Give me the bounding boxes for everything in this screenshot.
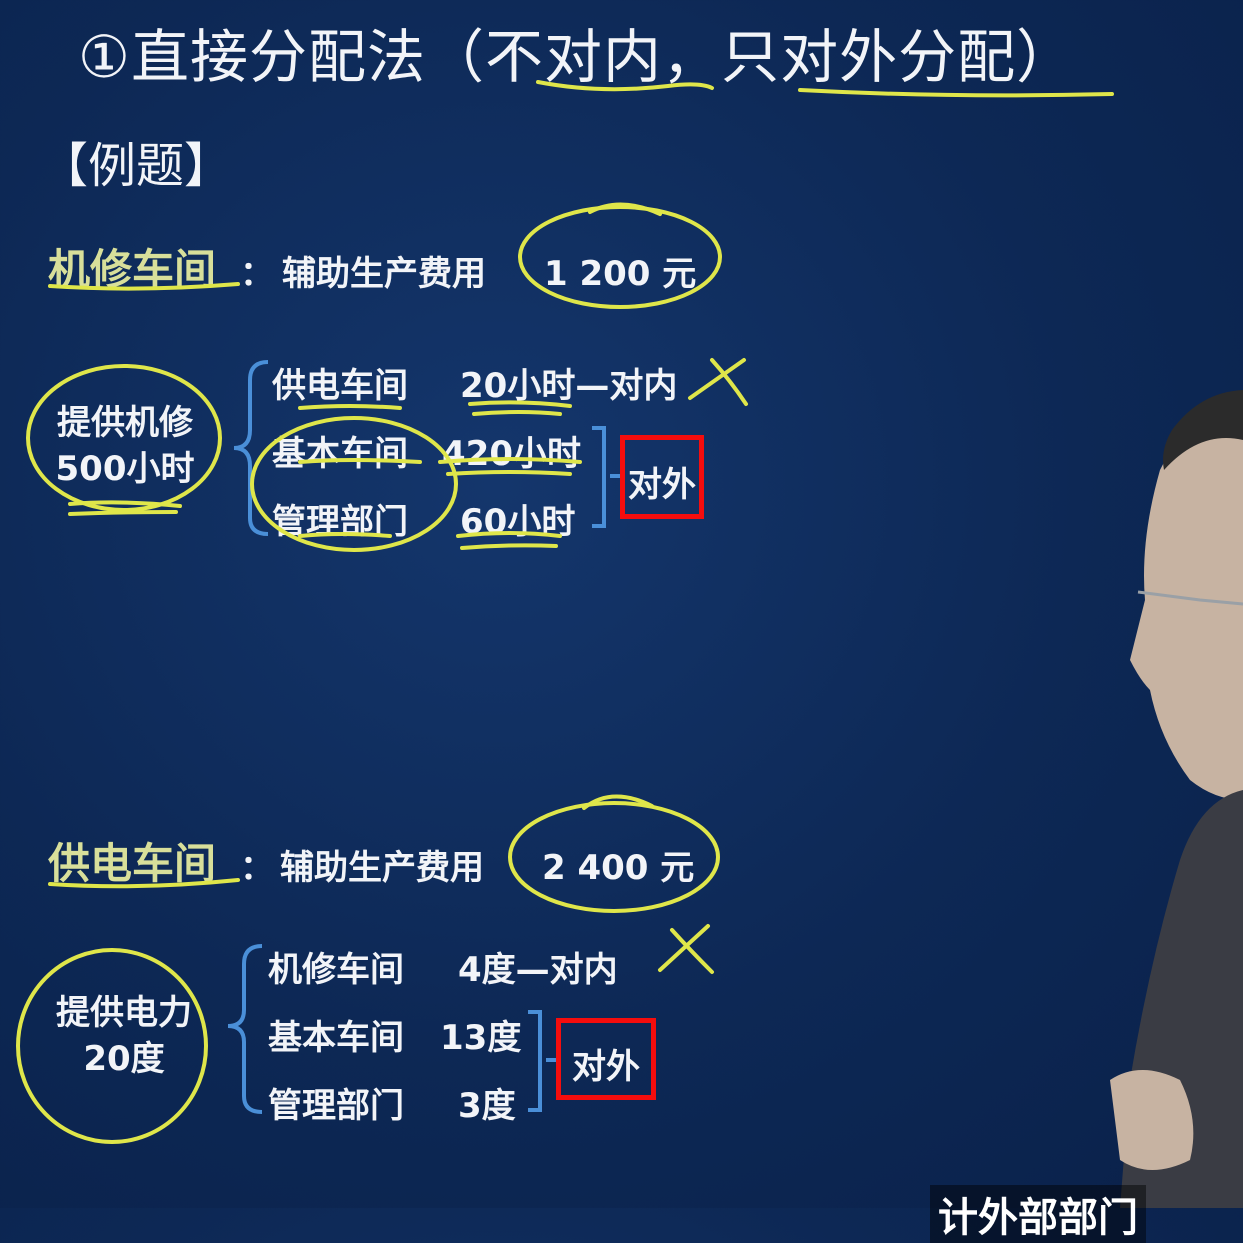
subtitle-caption: 计外部部门 <box>930 1185 1146 1243</box>
underline-section1-row1-name <box>298 404 402 410</box>
circle-section1-cost <box>518 205 722 309</box>
circle-tail-section1 <box>588 202 662 216</box>
underline-section1-row2-value <box>438 457 582 464</box>
circle-section1-provide <box>26 364 222 512</box>
circle-section2-cost <box>508 801 720 913</box>
underline-section1-row3-name <box>298 532 392 538</box>
underline-section1-row1-value <box>468 400 572 408</box>
section2-external-bracket <box>528 1010 542 1112</box>
underline-section2-dept <box>48 878 240 889</box>
underline-section1-row1-value-2 <box>472 410 562 416</box>
section2-brace <box>227 944 263 1114</box>
teacher-figure <box>1110 390 1243 1208</box>
handwriting <box>16 80 1114 1144</box>
underline-section1-row2-name <box>298 458 422 464</box>
circle-section1-outside-names <box>250 416 458 552</box>
underline-section1-row2-value-2 <box>446 470 572 476</box>
underline-section1-provide-2 <box>68 510 178 516</box>
x-mark-stroke2 <box>710 358 748 406</box>
underline-not-internal <box>536 80 714 92</box>
underline-external-only <box>798 88 1114 98</box>
underline-section1-dept <box>48 282 240 291</box>
underline-section1-row3-value <box>456 531 562 538</box>
circle-section2-provide <box>16 948 208 1144</box>
section1-brace <box>233 360 269 536</box>
annotation-layer <box>16 80 1243 1208</box>
underline-section1-row3-value-2 <box>460 543 558 550</box>
section1-external-bracket <box>592 426 606 528</box>
